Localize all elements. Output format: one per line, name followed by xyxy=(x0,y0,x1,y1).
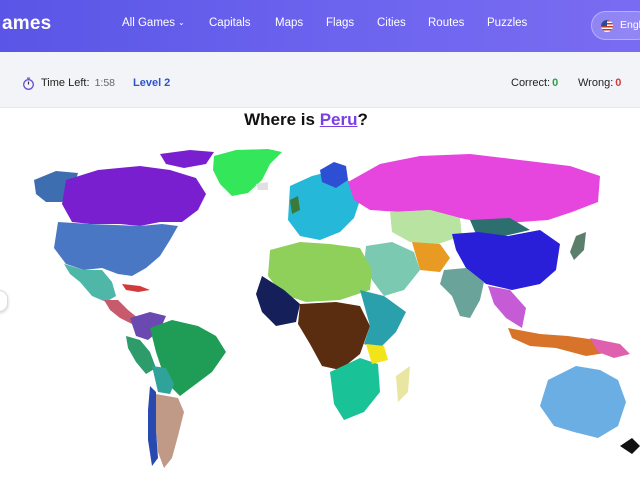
nav-puzzles[interactable]: Puzzles xyxy=(487,17,527,29)
region-png[interactable] xyxy=(590,338,630,358)
region-argentina[interactable] xyxy=(156,394,184,468)
region-madagascar[interactable] xyxy=(396,366,410,402)
wrong-label: Wrong: xyxy=(578,77,614,89)
region-caribbean[interactable] xyxy=(122,284,150,292)
nav-all-games[interactable]: All Games ⌄ xyxy=(122,17,185,29)
correct-value: 0 xyxy=(552,77,559,89)
region-canada[interactable] xyxy=(62,166,206,226)
world-map xyxy=(34,149,640,468)
chevron-down-icon: ⌄ xyxy=(178,18,185,27)
correct-count: Correct: 0 xyxy=(511,77,558,89)
region-southeast-asia[interactable] xyxy=(488,286,526,328)
wrong-value: 0 xyxy=(615,77,622,89)
correct-label: Correct: xyxy=(511,77,551,89)
time-left: Time Left: 1:58 xyxy=(41,77,115,89)
level-indicator: Level 2 xyxy=(133,77,171,89)
region-new-zealand[interactable] xyxy=(620,438,640,454)
region-japan[interactable] xyxy=(570,232,586,260)
site-logo[interactable]: ames xyxy=(2,13,51,35)
nav-flags[interactable]: Flags xyxy=(326,17,354,29)
game-status-bar: Time Left: 1:58 Level 2 Correct: 0 Wrong:… xyxy=(0,52,640,108)
target-country: Peru xyxy=(319,110,358,129)
region-kenya[interactable] xyxy=(366,344,388,364)
world-map-area xyxy=(0,140,640,480)
question-suffix: ? xyxy=(357,110,368,129)
language-label: Engl xyxy=(620,19,640,31)
us-flag-icon xyxy=(601,20,613,32)
time-left-label: Time Left: xyxy=(41,77,90,89)
region-australia[interactable] xyxy=(540,366,626,438)
nav-cities[interactable]: Cities xyxy=(377,17,406,29)
region-peru[interactable] xyxy=(126,336,156,374)
nav-all-games-label: All Games xyxy=(122,17,176,29)
region-middle-east[interactable] xyxy=(364,242,420,296)
time-left-value: 1:58 xyxy=(94,77,115,89)
nav-capitals[interactable]: Capitals xyxy=(209,17,251,29)
nav-routes[interactable]: Routes xyxy=(428,17,464,29)
top-navbar: ames All Games ⌄ Capitals Maps Flags Citi… xyxy=(0,0,640,52)
question-prefix: Where is xyxy=(244,110,320,129)
nav-maps[interactable]: Maps xyxy=(275,17,303,29)
region-canada-arctic[interactable] xyxy=(160,150,214,168)
question-prompt: Where is Peru? xyxy=(0,110,612,130)
region-russia[interactable] xyxy=(348,154,600,224)
language-selector[interactable]: Engl xyxy=(591,11,640,40)
region-greenland[interactable] xyxy=(213,149,282,196)
timer-icon xyxy=(23,77,34,90)
wrong-count: Wrong: 0 xyxy=(578,77,621,89)
